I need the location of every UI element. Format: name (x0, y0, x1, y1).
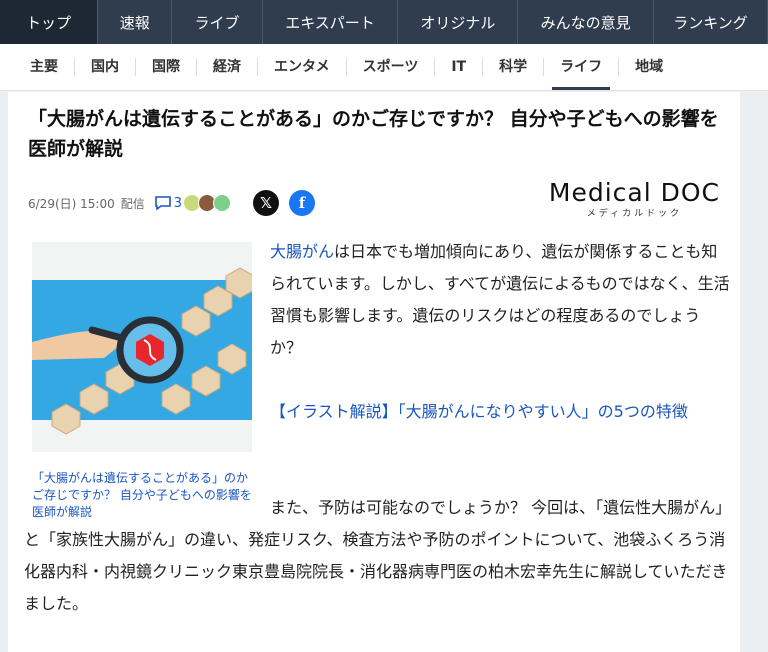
category-it[interactable]: IT (435, 58, 484, 76)
category-life[interactable]: ライフ (544, 58, 620, 90)
publisher-logo-text: Medical DOC (548, 178, 720, 207)
article-title: 「大腸がんは遺伝することがある」のかご存じですか？ 自分や子どもへの影響を医師が… (28, 108, 719, 160)
comment-count: 3 (173, 195, 183, 211)
nav-tab-original[interactable]: オリジナル (398, 0, 519, 44)
article-meta: 6/29(日) 15:00 配信 3 𝕏 f (28, 190, 316, 216)
article-image[interactable] (32, 242, 252, 452)
comment-icon (154, 196, 171, 210)
article-container: 「大腸がんは遺伝することがある」のかご存じですか？ 自分や子どもへの影響を医師が… (8, 92, 740, 652)
illustration-article-link[interactable]: 【イラスト解説】「大腸がんになりやすい人」の5つの特徴 (270, 402, 688, 421)
category-science[interactable]: 科学 (483, 58, 545, 76)
dna-magnifier-image (32, 267, 252, 435)
publisher-logo[interactable]: Medical DOC メディカルドック (548, 178, 720, 220)
nav-tab-ranking[interactable]: ランキング (654, 0, 768, 44)
paragraph-3-text: また、予防は可能なのでしょうか？ 今回は、「遺伝性大腸がん」と「家族性大腸がん」… (24, 498, 732, 613)
reaction-icons[interactable] (183, 194, 232, 212)
comment-link[interactable]: 3 (154, 195, 183, 211)
article-body-continued: また、予防は可能なのでしょうか？ 今回は、「遺伝性大腸がん」と「家族性大腸がん」… (24, 492, 732, 620)
category-region[interactable]: 地域 (619, 58, 679, 76)
nav-tab-top[interactable]: トップ (0, 0, 99, 44)
category-entertainment[interactable]: エンタメ (258, 58, 347, 76)
paragraph-2: 【イラスト解説】「大腸がんになりやすい人」の5つの特徴 (270, 396, 732, 428)
paragraph-1: 大腸がんは日本でも増加傾向にあり、遺伝が関係することも知られています。しかし、す… (270, 236, 732, 364)
share-x-button[interactable]: 𝕏 (253, 190, 280, 216)
article-body-top: 大腸がんは日本でも増加傾向にあり、遺伝が関係することも知られています。しかし、す… (270, 236, 732, 428)
paragraph-1-text: は日本でも増加傾向にあり、遺伝が関係することも知られています。しかし、すべてが遺… (270, 242, 730, 357)
colon-cancer-link[interactable]: 大腸がん (270, 242, 334, 261)
share-facebook-button[interactable]: f (289, 190, 316, 216)
category-domestic[interactable]: 国内 (75, 58, 136, 76)
nav-tab-opinions[interactable]: みんなの意見 (518, 0, 655, 44)
delivery-label: 配信 (120, 196, 145, 211)
paragraph-3: また、予防は可能なのでしょうか？ 今回は、「遺伝性大腸がん」と「家族性大腸がん」… (24, 492, 732, 620)
nav-tab-breaking[interactable]: 速報 (98, 0, 173, 44)
facebook-logo-icon: f (298, 194, 306, 212)
category-economy[interactable]: 経済 (197, 58, 258, 76)
article-date: 6/29(日) 15:00 (28, 196, 115, 211)
category-sports[interactable]: スポーツ (347, 58, 436, 76)
reaction-happy-icon (213, 194, 232, 212)
category-main[interactable]: 主要 (14, 58, 75, 76)
nav-tab-live[interactable]: ライブ (172, 0, 263, 44)
nav-tab-expert[interactable]: エキスパート (263, 0, 399, 44)
category-navigation: 主要 国内 国際 経済 エンタメ スポーツ IT 科学 ライフ 地域 (0, 44, 768, 91)
publisher-logo-subtext: メディカルドック (586, 209, 683, 219)
top-navigation: トップ 速報 ライブ エキスパート オリジナル みんなの意見 ランキング (0, 0, 768, 44)
category-international[interactable]: 国際 (136, 58, 197, 76)
x-logo-icon: 𝕏 (259, 194, 273, 212)
